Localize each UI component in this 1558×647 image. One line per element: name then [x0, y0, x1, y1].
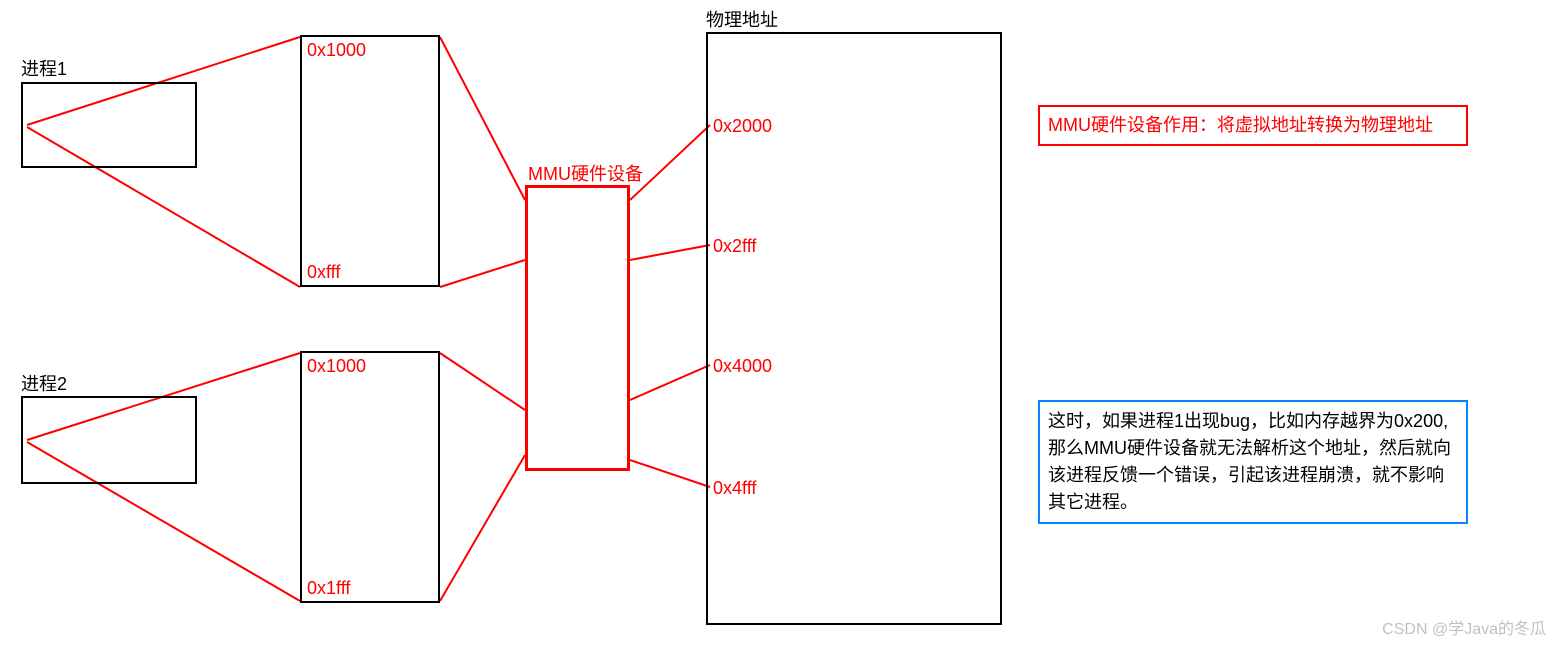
phys-title: 物理地址	[706, 6, 778, 32]
virt1-start: 0x1000	[307, 40, 366, 61]
phys-addr-d: 0x4fff	[713, 478, 756, 499]
process1-box	[21, 82, 197, 168]
mmu-box	[525, 185, 630, 471]
phys-addr-b: 0x2fff	[713, 236, 756, 257]
mmu-label: MMU硬件设备	[528, 160, 643, 186]
virtual-space-1	[300, 35, 440, 287]
virt1-end: 0xfff	[307, 262, 340, 283]
virtual-space-2	[300, 351, 440, 603]
process2-box	[21, 396, 197, 484]
note-red: MMU硬件设备作用：将虚拟地址转换为物理地址	[1038, 105, 1468, 146]
watermark: CSDN @学Java的冬瓜	[1382, 615, 1546, 639]
virt2-end: 0x1fff	[307, 578, 350, 599]
virt2-start: 0x1000	[307, 356, 366, 377]
phys-addr-a: 0x2000	[713, 116, 772, 137]
process1-title: 进程1	[21, 55, 67, 81]
phys-addr-c: 0x4000	[713, 356, 772, 377]
note-blue: 这时，如果进程1出现bug，比如内存越界为0x200,那么MMU硬件设备就无法解…	[1038, 400, 1468, 524]
process2-title: 进程2	[21, 370, 67, 396]
